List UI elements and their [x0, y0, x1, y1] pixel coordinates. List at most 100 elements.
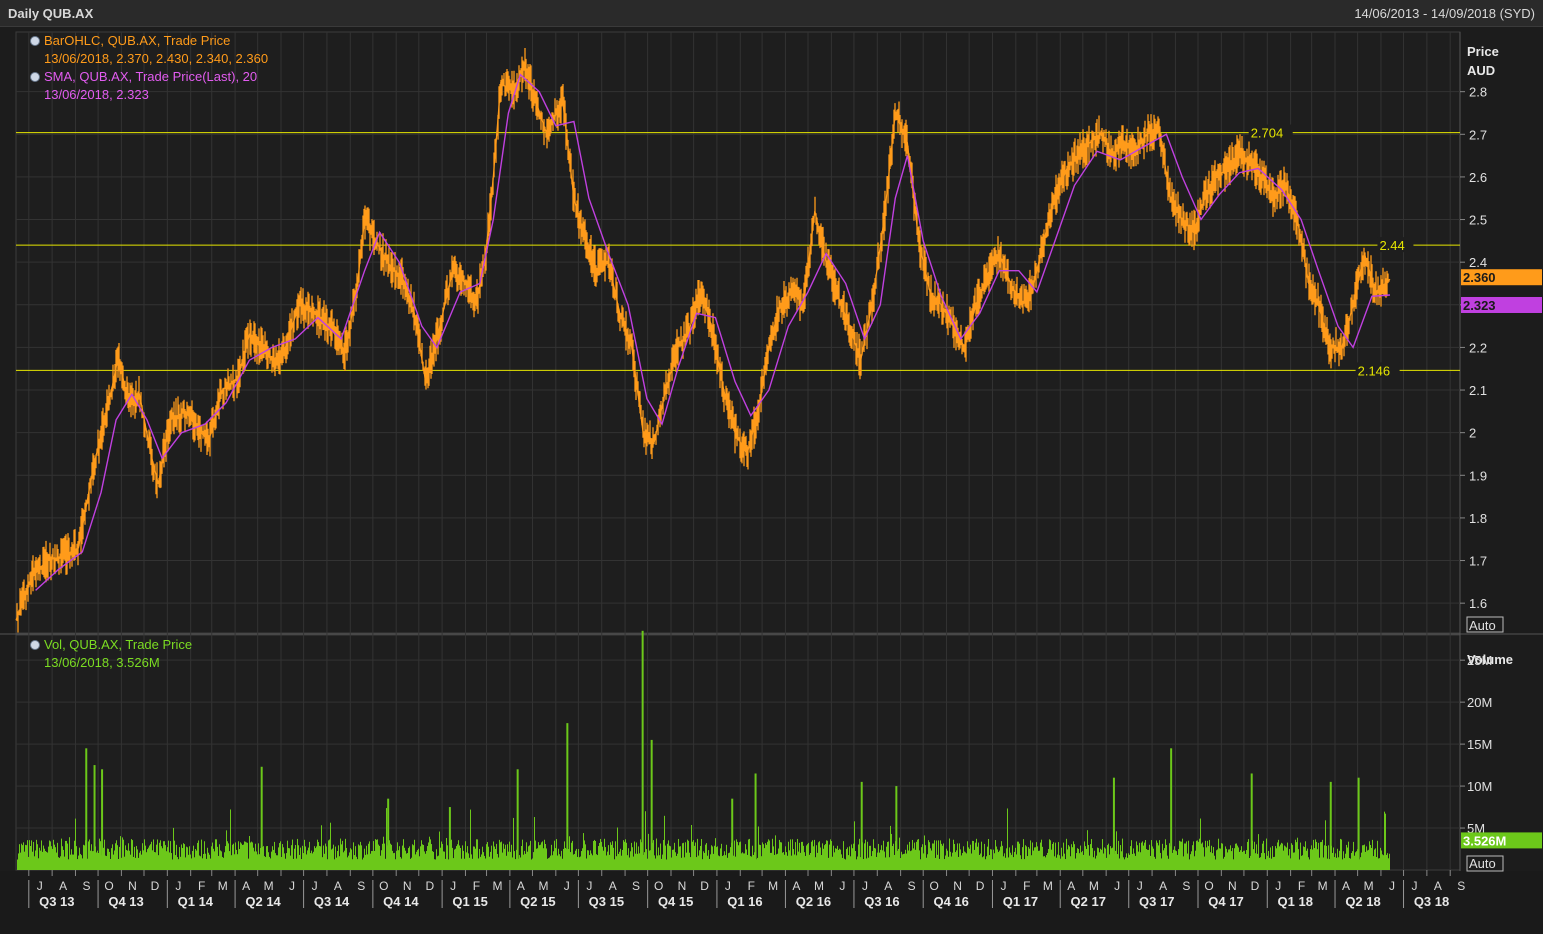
volume-bar — [1177, 854, 1178, 870]
volume-bar — [1149, 844, 1150, 870]
volume-bar — [307, 850, 308, 870]
volume-bar — [819, 841, 820, 870]
volume-bar — [1278, 839, 1279, 870]
volume-bar — [75, 818, 76, 870]
volume-bar — [1223, 858, 1224, 870]
volume-bar — [692, 841, 693, 870]
volume-bar — [909, 841, 910, 870]
volume-bar — [205, 853, 206, 870]
volume-bar — [779, 839, 780, 870]
volume-bar — [898, 848, 899, 870]
volume-bar — [782, 852, 783, 870]
volume-bar — [964, 851, 965, 870]
volume-bar — [89, 839, 90, 870]
volume-bar — [1273, 857, 1274, 870]
volume-bar — [27, 840, 28, 870]
volume-bar — [423, 845, 424, 870]
volume-legend-toggle-icon[interactable] — [30, 640, 40, 650]
volume-bar — [791, 855, 792, 870]
volume-bar — [639, 853, 640, 870]
volume-bar — [511, 844, 512, 870]
volume-bar — [81, 855, 82, 870]
volume-bar — [742, 852, 743, 870]
volume-bar — [605, 847, 606, 870]
volume-bar — [612, 841, 613, 870]
volume-bar — [838, 850, 839, 870]
volume-bar — [179, 847, 180, 870]
volume-bar — [1179, 840, 1180, 870]
volume-bar — [296, 858, 297, 870]
volume-bar — [1246, 850, 1247, 870]
volume-bar — [96, 852, 97, 870]
volume-bar — [956, 850, 957, 870]
volume-bar — [174, 840, 175, 870]
volume-bar — [181, 844, 182, 870]
volume-bar — [1049, 839, 1050, 870]
volume-bar — [1333, 847, 1334, 870]
volume-bar — [121, 857, 122, 870]
volume-bar — [328, 840, 329, 870]
volume-bar — [1070, 856, 1071, 870]
sma-legend-toggle-icon[interactable] — [30, 72, 40, 82]
volume-bar — [367, 854, 368, 870]
volume-bar — [253, 847, 254, 870]
volume-bar — [1378, 858, 1379, 870]
volume-bar — [361, 845, 362, 870]
month-label: N — [1228, 879, 1237, 893]
volume-bar — [661, 858, 662, 870]
volume-bar — [208, 852, 209, 870]
volume-bar — [73, 854, 74, 870]
volume-bar — [254, 851, 255, 870]
volume-bar — [864, 843, 865, 870]
volume-bar — [77, 859, 78, 870]
volume-bar — [1231, 851, 1232, 870]
volume-bar — [325, 843, 326, 870]
volume-bar — [378, 844, 379, 870]
volume-bar — [82, 858, 83, 870]
volume-bar — [845, 859, 846, 870]
ohlc-series-name: BarOHLC, QUB.AX, Trade Price — [44, 33, 231, 48]
volume-bar — [1367, 850, 1368, 870]
volume-bar — [696, 857, 697, 870]
volume-bar — [722, 856, 723, 870]
volume-bar — [1038, 850, 1039, 870]
volume-bar — [934, 840, 935, 870]
volume-bar — [767, 841, 768, 870]
volume-bar — [942, 845, 943, 870]
volume-bar — [787, 855, 788, 870]
volume-bar — [303, 853, 304, 870]
volume-bar — [1058, 842, 1059, 870]
volume-bar — [134, 846, 135, 870]
volume-bar — [551, 844, 552, 870]
volume-spike-bar — [387, 798, 390, 870]
volume-bar — [701, 839, 702, 870]
volume-bar — [766, 844, 767, 870]
volume-bar — [875, 848, 876, 870]
volume-bar — [1008, 857, 1009, 870]
volume-bar — [1076, 853, 1077, 870]
volume-bar — [277, 855, 278, 870]
volume-bar — [147, 849, 148, 870]
volume-bar — [1030, 840, 1031, 870]
volume-bar — [397, 842, 398, 870]
volume-bar — [162, 848, 163, 870]
chart-canvas[interactable]: PriceAUD1.61.71.81.922.12.22.32.42.52.62… — [0, 26, 1543, 934]
quarter-label: Q3 17 — [1139, 894, 1174, 909]
volume-bar — [341, 844, 342, 870]
volume-bar — [966, 853, 967, 870]
volume-bar — [797, 838, 798, 870]
volume-bar — [247, 842, 248, 870]
volume-bar — [690, 857, 691, 870]
volume-bar — [405, 850, 406, 870]
volume-bar — [216, 839, 217, 870]
volume-spike-bar — [93, 765, 96, 870]
volume-bar — [168, 840, 169, 870]
volume-bar — [322, 857, 323, 870]
volume-bar — [620, 848, 621, 870]
volume-spike-bar — [1170, 748, 1173, 870]
volume-bar — [753, 854, 754, 870]
volume-bar — [211, 846, 212, 870]
ohlc-legend-toggle-icon[interactable] — [30, 36, 40, 46]
month-label: A — [884, 879, 892, 893]
volume-bar — [417, 850, 418, 870]
